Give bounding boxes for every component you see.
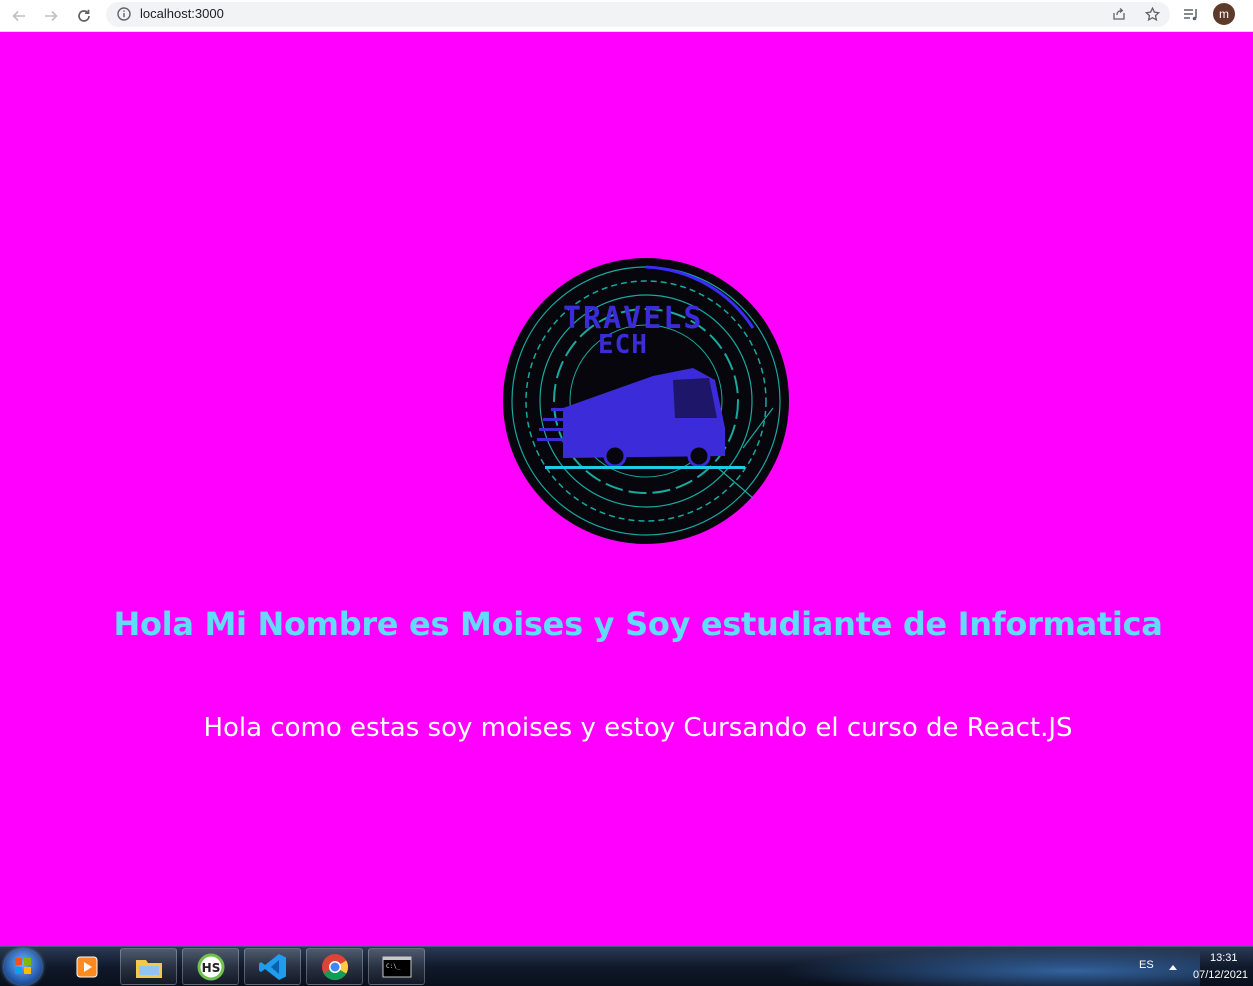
travels-tech-logo: TRAVELS ECH	[503, 258, 789, 544]
taskbar-vscode[interactable]	[244, 948, 301, 985]
hs-app-icon: HS	[197, 953, 224, 980]
media-player-icon	[76, 956, 97, 977]
page-heading: Hola Mi Nombre es Moises y Soy estudiant…	[113, 605, 1163, 643]
info-icon[interactable]	[117, 7, 131, 21]
arrow-right-icon	[45, 10, 58, 22]
logo-text-ech: ECH	[598, 330, 648, 360]
windows-taskbar: HS C:\_ ES 13:31 07/12/2021	[0, 946, 1253, 986]
svg-text:C:\_: C:\_	[386, 963, 401, 970]
taskbar-chrome[interactable]	[306, 948, 363, 985]
vscode-icon	[258, 953, 286, 980]
browser-toolbar: localhost:3000 m	[0, 0, 1253, 32]
reload-icon	[78, 9, 90, 22]
page-content: TRAVELS ECH Hola Mi Nombre es Moises y S…	[0, 33, 1253, 946]
clock-date[interactable]: 07/12/2021	[1193, 969, 1248, 981]
chrome-icon	[321, 953, 348, 980]
cmd-icon: C:\_	[382, 956, 411, 977]
clock-time[interactable]: 13:31	[1210, 952, 1238, 964]
taskbar-media-player[interactable]	[58, 948, 115, 985]
taskbar-hs-app[interactable]: HS	[182, 948, 239, 985]
profile-initial: m	[1219, 7, 1229, 21]
share-icon[interactable]	[1112, 7, 1126, 21]
forward-button[interactable]	[40, 5, 62, 27]
arrow-left-icon	[12, 10, 25, 22]
tray-expand-icon[interactable]	[1169, 964, 1177, 970]
taskbar-cmd[interactable]: C:\_	[368, 948, 425, 985]
bookmark-star-icon[interactable]	[1145, 7, 1160, 22]
address-bar[interactable]: localhost:3000	[106, 2, 1170, 27]
file-explorer-icon	[135, 959, 162, 978]
reload-button[interactable]	[73, 5, 95, 27]
page-subtext: Hola como estas soy moises y estoy Cursa…	[203, 713, 1073, 743]
reading-list-icon[interactable]	[1183, 8, 1199, 22]
windows-logo-icon	[15, 958, 31, 974]
profile-avatar[interactable]: m	[1213, 3, 1235, 25]
taskbar-wallpaper-glow	[780, 947, 1200, 986]
taskbar-file-explorer[interactable]	[120, 948, 177, 985]
back-button[interactable]	[8, 5, 30, 27]
url-text: localhost:3000	[140, 6, 224, 21]
language-indicator[interactable]: ES	[1139, 959, 1154, 971]
svg-text:HS: HS	[201, 961, 220, 975]
start-button[interactable]	[4, 949, 42, 985]
